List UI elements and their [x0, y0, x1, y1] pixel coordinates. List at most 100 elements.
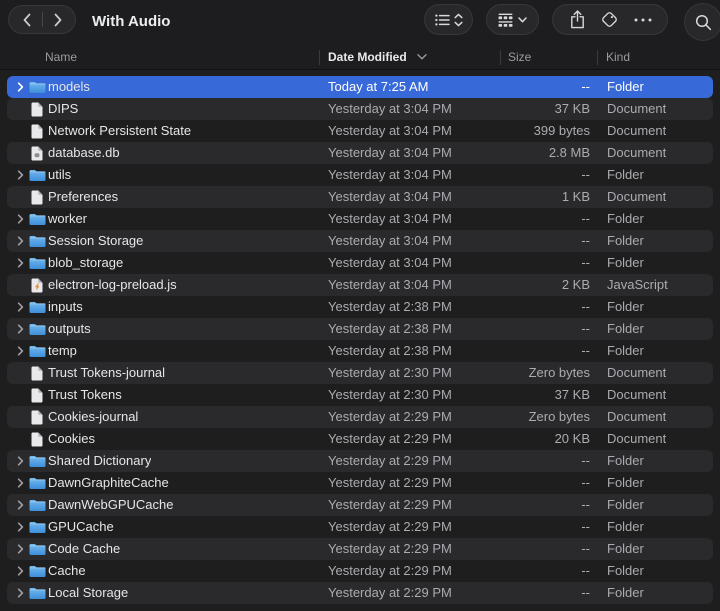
file-date-modified: Yesterday at 2:29 PM [328, 541, 452, 556]
file-row[interactable]: Network Persistent State Yesterday at 3:0… [7, 120, 713, 142]
file-size: -- [581, 475, 590, 490]
file-size: -- [581, 519, 590, 534]
file-kind: Document [607, 409, 667, 424]
nav-buttons [8, 5, 76, 34]
file-name: Session Storage [48, 233, 144, 248]
file-row[interactable]: DawnGraphiteCache Yesterday at 2:29 PM -- F… [7, 472, 713, 494]
file-row[interactable]: GPUCache Yesterday at 2:29 PM -- Folder [7, 516, 713, 538]
file-date-modified: Yesterday at 2:29 PM [328, 519, 452, 534]
file-date-modified: Yesterday at 3:04 PM [328, 167, 452, 182]
file-row[interactable]: Cookies Yesterday at 2:29 PM 20 KB Document [7, 428, 713, 450]
javascript-document-icon [27, 274, 47, 296]
column-divider[interactable] [319, 50, 320, 65]
file-row[interactable]: Cache Yesterday at 2:29 PM -- Folder [7, 560, 713, 582]
document-icon [27, 120, 47, 142]
file-row[interactable]: worker Yesterday at 3:04 PM -- Folder [7, 208, 713, 230]
file-date-modified: Yesterday at 3:04 PM [328, 255, 452, 270]
disclosure-chevron-right-icon[interactable] [14, 318, 26, 340]
file-size: Zero bytes [528, 365, 590, 380]
file-row[interactable]: blob_storage Yesterday at 3:04 PM -- Folder [7, 252, 713, 274]
file-row[interactable]: Trust Tokens-journal Yesterday at 2:30 PM… [7, 362, 713, 384]
file-row[interactable]: Cookies-journal Yesterday at 2:29 PM Zero … [7, 406, 713, 428]
search-button[interactable] [684, 3, 720, 41]
column-header-date-modified[interactable]: Date Modified [328, 46, 427, 69]
file-row[interactable]: Session Storage Yesterday at 3:04 PM -- Fol… [7, 230, 713, 252]
file-name: Cookies [48, 431, 95, 446]
file-kind: Folder [607, 255, 644, 270]
file-row[interactable]: Shared Dictionary Yesterday at 2:29 PM -- F… [7, 450, 713, 472]
file-size: -- [581, 79, 590, 94]
disclosure-chevron-right-icon[interactable] [14, 538, 26, 560]
file-row[interactable]: models Today at 7:25 AM -- Folder [7, 76, 713, 98]
disclosure-chevron-right-icon[interactable] [14, 472, 26, 494]
disclosure-chevron-right-icon[interactable] [14, 560, 26, 582]
window-title: With Audio [92, 13, 171, 30]
file-name: Cache [48, 563, 86, 578]
disclosure-chevron-right-icon[interactable] [14, 450, 26, 472]
disclosure-chevron-right-icon[interactable] [14, 494, 26, 516]
file-row[interactable]: DIPS Yesterday at 3:04 PM 37 KB Document [7, 98, 713, 120]
file-row[interactable]: Code Cache Yesterday at 2:29 PM -- Folder [7, 538, 713, 560]
folder-icon [27, 208, 47, 230]
disclosure-chevron-right-icon[interactable] [14, 252, 26, 274]
disclosure-chevron-right-icon[interactable] [14, 516, 26, 538]
more-button[interactable] [627, 5, 659, 34]
file-size: -- [581, 563, 590, 578]
file-kind: Document [607, 123, 667, 138]
group-view-button[interactable] [486, 4, 539, 35]
file-row[interactable]: outputs Yesterday at 2:38 PM -- Folder [7, 318, 713, 340]
sort-chevron-down-icon [416, 49, 427, 63]
back-button[interactable] [12, 6, 42, 33]
file-row[interactable]: temp Yesterday at 2:38 PM -- Folder [7, 340, 713, 362]
document-icon [27, 186, 47, 208]
folder-icon [27, 538, 47, 560]
file-name: database.db [48, 145, 120, 160]
file-kind: Folder [607, 453, 644, 468]
file-size: Zero bytes [528, 409, 590, 424]
file-row[interactable]: Trust Tokens Yesterday at 2:30 PM 37 KB Doc… [7, 384, 713, 406]
share-icon [570, 10, 585, 29]
file-row[interactable]: inputs Yesterday at 2:38 PM -- Folder [7, 296, 713, 318]
share-button[interactable] [561, 5, 593, 34]
file-date-modified: Yesterday at 3:04 PM [328, 189, 452, 204]
disclosure-chevron-right-icon[interactable] [14, 340, 26, 362]
file-date-modified: Yesterday at 2:29 PM [328, 409, 452, 424]
file-name: GPUCache [48, 519, 114, 534]
folder-icon [27, 296, 47, 318]
disclosure-chevron-right-icon[interactable] [14, 230, 26, 252]
tag-icon [600, 10, 619, 29]
file-name: inputs [48, 299, 83, 314]
view-mode-button[interactable] [424, 4, 473, 35]
file-date-modified: Yesterday at 2:29 PM [328, 585, 452, 600]
column-header-name[interactable]: Name [45, 46, 77, 69]
forward-button[interactable] [43, 6, 73, 33]
file-row[interactable]: Local Storage Yesterday at 2:29 PM -- Folde… [7, 582, 713, 604]
file-row[interactable]: Preferences Yesterday at 3:04 PM 1 KB Docum… [7, 186, 713, 208]
file-kind: Folder [607, 563, 644, 578]
file-row[interactable]: electron-log-preload.js Yesterday at 3:04… [7, 274, 713, 296]
file-kind: Folder [607, 299, 644, 314]
column-divider[interactable] [597, 50, 598, 65]
file-size: -- [581, 299, 590, 314]
file-row[interactable]: database.db Yesterday at 3:04 PM 2.8 MB Doc… [7, 142, 713, 164]
folder-icon [27, 340, 47, 362]
document-icon [27, 384, 47, 406]
folder-icon [27, 76, 47, 98]
folder-icon [27, 582, 47, 604]
tag-button[interactable] [594, 5, 626, 34]
column-divider[interactable] [500, 50, 501, 65]
disclosure-chevron-right-icon[interactable] [14, 164, 26, 186]
file-row[interactable]: utils Yesterday at 3:04 PM -- Folder [7, 164, 713, 186]
file-kind: Folder [607, 541, 644, 556]
file-kind: Folder [607, 211, 644, 226]
file-row[interactable]: DawnWebGPUCache Yesterday at 2:29 PM -- Fol… [7, 494, 713, 516]
disclosure-chevron-right-icon[interactable] [14, 296, 26, 318]
document-icon [27, 428, 47, 450]
disclosure-chevron-right-icon[interactable] [14, 208, 26, 230]
disclosure-chevron-right-icon[interactable] [14, 76, 26, 98]
column-header-size[interactable]: Size [508, 46, 531, 69]
column-header-kind[interactable]: Kind [606, 46, 630, 69]
disclosure-chevron-right-icon[interactable] [14, 582, 26, 604]
group-view-icon [498, 13, 513, 27]
file-name: temp [48, 343, 77, 358]
